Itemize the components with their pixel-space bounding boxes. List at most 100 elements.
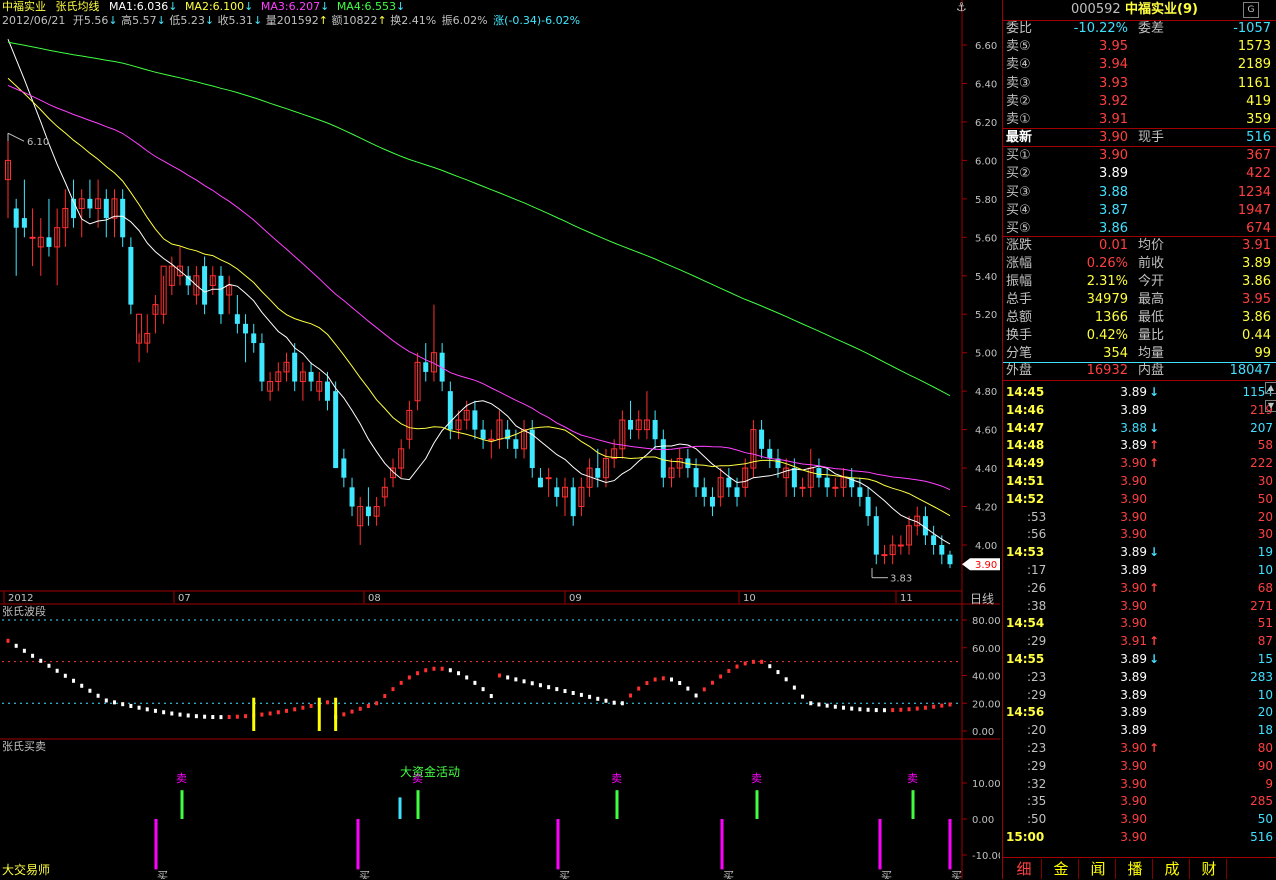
tab-2[interactable]: 金 — [1044, 859, 1079, 879]
liangbi-value: 0.44 — [1242, 328, 1271, 343]
tick-arrow-icon: ↓ — [1149, 420, 1160, 435]
huanshou-label: 换手 — [1006, 328, 1033, 343]
wave-dot — [497, 673, 501, 678]
tick-time: :23 — [1027, 669, 1047, 684]
wave-dot — [579, 692, 583, 697]
last-price-row: 最新 3.90 现手 516 — [1003, 129, 1273, 147]
ma1-label: MA1:6.036 — [109, 0, 169, 13]
scroll-down-icon[interactable]: ▼ — [1265, 400, 1276, 412]
waipan-label: 外盘 — [1006, 363, 1033, 378]
tick-arrow-icon: ↑ — [1149, 456, 1160, 471]
max-marker — [7, 132, 25, 142]
tick-row: 14:48 3.89 ↑ 58 — [1003, 436, 1275, 454]
ma4-label: MA4:6.553 — [336, 0, 397, 13]
tick-time: 14:46 — [1006, 402, 1045, 417]
wave-dot — [104, 698, 108, 703]
wave-dot — [907, 707, 911, 712]
zhangdie-label: 涨跌 — [1006, 238, 1033, 253]
low-arrow-icon: ↓ — [204, 14, 215, 27]
zhangfu-label: 涨幅 — [1006, 256, 1033, 271]
wave-dot — [194, 714, 198, 719]
tab-1[interactable]: 细 — [1007, 859, 1042, 879]
wave-dot — [293, 707, 297, 712]
wave-dot — [481, 687, 485, 692]
stat-row-zonge: 总额 1366 最低 3.86 — [1003, 309, 1273, 327]
tick-arrow-icon: ↑ — [1149, 438, 1160, 453]
candle-body-up — [488, 438, 495, 441]
candle-body-down — [292, 352, 298, 382]
wave-dot — [153, 708, 157, 713]
liangbi-label: 量比 — [1138, 328, 1165, 343]
wave-dot — [465, 675, 469, 680]
wave-dot — [63, 673, 67, 678]
wave-dot — [506, 675, 510, 680]
stat-row-zhangdie: 涨跌 0.01 均价 3.91 — [1003, 237, 1273, 255]
fenbi-label: 分笔 — [1006, 346, 1033, 361]
sell5-label: 卖⑤ — [1006, 39, 1031, 54]
wave-dot — [923, 705, 927, 710]
stock-title-name: 中福实业(9) — [1125, 2, 1198, 17]
wave-dot — [375, 701, 379, 706]
tick-volume: 20 — [1257, 705, 1273, 720]
last-price-value: 3.90 — [1099, 130, 1128, 145]
tick-volume: 516 — [1250, 830, 1273, 844]
tick-time: :56 — [1027, 527, 1047, 542]
xianshou-value: 516 — [1246, 130, 1271, 145]
bar-amount: 额10822 — [331, 14, 378, 27]
tick-volume: 30 — [1257, 527, 1273, 542]
candle-body-down — [693, 468, 699, 488]
buy4-volume: 1947 — [1237, 202, 1271, 218]
tick-volume: 58 — [1257, 438, 1273, 453]
kline-chart-area[interactable]: 6.60 6.40 6.20 6.00 5.80 5.60 5.40 5.20 5.00 4.80… — [0, 0, 1000, 879]
tab-4[interactable]: 播 — [1118, 859, 1153, 879]
tick-volume: 207 — [1250, 420, 1273, 435]
tick-time: :23 — [1027, 741, 1047, 755]
candle-body-down — [816, 468, 822, 478]
wave-dot — [14, 643, 18, 648]
candle-body-up — [832, 486, 839, 489]
wave-panel-title: 张氏波段 — [2, 605, 46, 618]
bar-volume: 量201592 — [265, 14, 319, 27]
x-axis-label: 08 — [368, 593, 381, 604]
tick-arrow-icon: ↓ — [1149, 545, 1160, 560]
bar-amplitude: 振6.02% — [441, 14, 488, 27]
wave-dot — [842, 705, 846, 710]
ma3-label: MA3:6.207 — [260, 0, 321, 13]
ma1-line — [7, 39, 951, 545]
wave-dot — [727, 668, 731, 673]
candle-body-down — [660, 439, 666, 478]
tick-volume: 50 — [1257, 491, 1273, 506]
settings-icon[interactable]: G — [1243, 2, 1259, 18]
zuidi-value: 3.86 — [1242, 310, 1271, 325]
candle-body-up — [897, 544, 904, 547]
bottom-left-label: 大交易师 — [2, 863, 51, 877]
candle-body-down — [308, 371, 314, 382]
kline-chart-svg[interactable]: 6.60 6.40 6.20 6.00 5.80 5.60 5.40 5.20 5.00 4.80… — [0, 0, 1000, 879]
wave-dot — [440, 666, 444, 671]
wave-dot — [235, 714, 239, 719]
tab-3[interactable]: 闻 — [1081, 859, 1116, 879]
current-price-text: 3.90 — [975, 560, 997, 571]
candle-body-up — [799, 486, 806, 489]
scroll-up-icon[interactable]: ▲ — [1265, 382, 1276, 394]
tab-5[interactable]: 成 — [1155, 859, 1190, 879]
candle-body-down — [709, 496, 715, 507]
wave-dot — [112, 700, 116, 705]
wave-dot — [39, 658, 43, 663]
candle-body-down — [857, 487, 863, 497]
tick-volume: 10 — [1257, 687, 1273, 702]
zonge-label: 总额 — [1006, 310, 1033, 325]
candle-body-down — [947, 554, 953, 565]
anchor-icon[interactable]: ⚓ — [956, 0, 967, 14]
wave-dot — [244, 714, 248, 719]
tick-arrow-icon: ↓ — [1149, 385, 1160, 399]
wave-dot — [285, 708, 289, 713]
tick-row: :29 3.89 10 — [1003, 686, 1275, 704]
tick-price: 3.89 — [1120, 545, 1147, 560]
wave-dot — [170, 711, 174, 716]
buy1-label: 买① — [1006, 148, 1031, 163]
wave-axis-label: 60.00 — [972, 644, 1000, 655]
period-label: 日线 — [970, 592, 995, 606]
candle-body-down — [365, 506, 371, 517]
tab-6[interactable]: 财 — [1192, 859, 1227, 879]
